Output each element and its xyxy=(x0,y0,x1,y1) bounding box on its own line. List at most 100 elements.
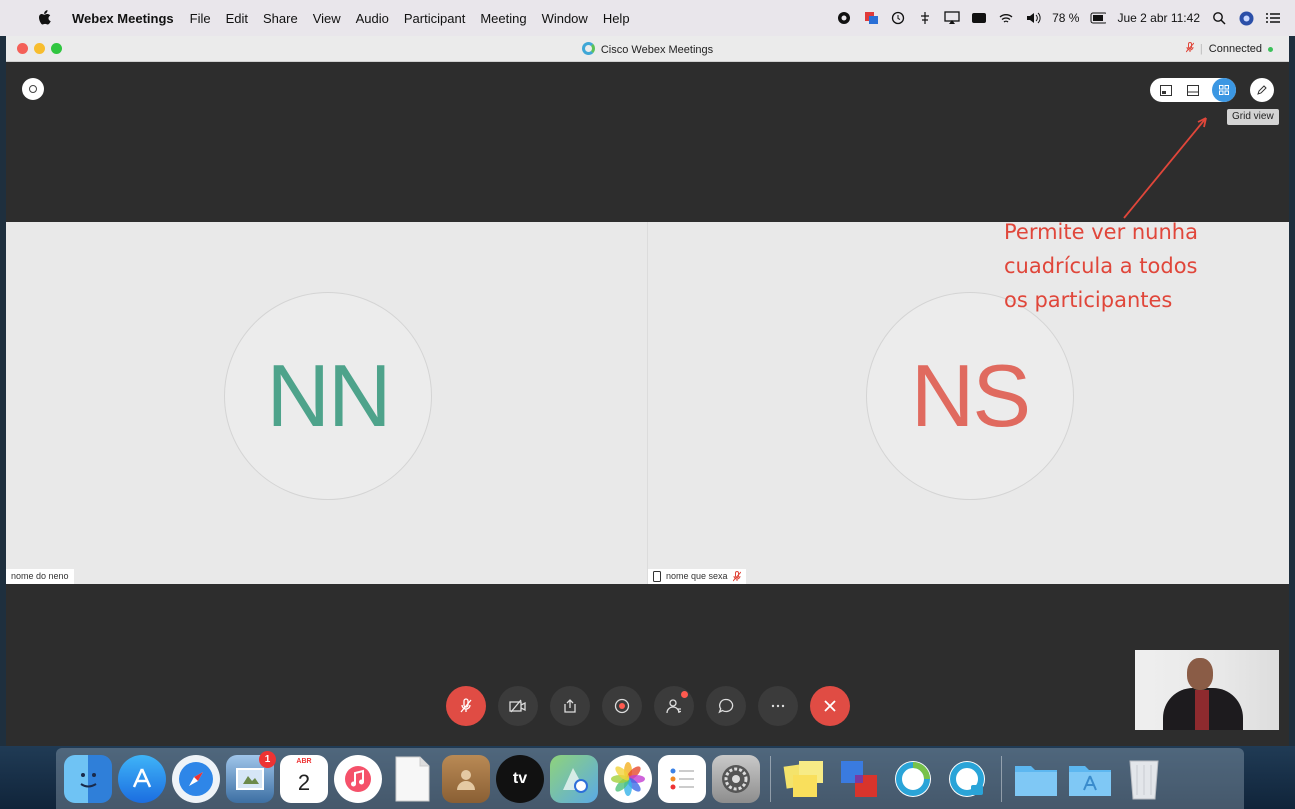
menu-share[interactable]: Share xyxy=(263,11,298,26)
checklist-icon xyxy=(670,768,694,789)
participant-name-label: nome do neno xyxy=(6,569,74,584)
menu-window[interactable]: Window xyxy=(542,11,588,26)
clock[interactable]: Jue 2 abr 11:42 xyxy=(1117,11,1200,25)
self-view-person-head xyxy=(1187,658,1213,690)
mail-stamp-icon xyxy=(236,767,264,790)
menu-participant[interactable]: Participant xyxy=(404,11,465,26)
webex-teams-icon[interactable] xyxy=(943,755,991,803)
menubar-status-area: 78 % Jue 2 abr 11:42 xyxy=(836,0,1281,36)
airplay-icon[interactable] xyxy=(944,10,960,26)
share-icon xyxy=(564,699,576,713)
self-view-video[interactable] xyxy=(1135,650,1279,730)
trash-icon[interactable] xyxy=(1120,755,1168,803)
chat-button[interactable] xyxy=(706,686,746,726)
participant-avatar: NS xyxy=(866,292,1074,500)
more-options-button[interactable] xyxy=(758,686,798,726)
webex-glyph-icon xyxy=(895,760,931,797)
finder-icon[interactable] xyxy=(64,754,112,803)
app-name-menu[interactable]: Webex Meetings xyxy=(72,11,174,26)
time-machine-icon[interactable] xyxy=(890,10,906,26)
contacts-icon[interactable] xyxy=(442,754,490,803)
safari-icon[interactable] xyxy=(172,754,220,803)
battery-icon[interactable] xyxy=(1090,10,1107,26)
calendar-icon[interactable]: ABR 2 xyxy=(280,754,328,803)
meeting-controls xyxy=(446,686,850,726)
filmstrip-view-icon xyxy=(1187,84,1200,96)
reminders-icon[interactable] xyxy=(658,754,706,803)
mail-unread-badge: 1 xyxy=(259,750,276,768)
annotation-arrow xyxy=(1123,117,1207,219)
window-title: Cisco Webex Meetings xyxy=(6,42,1289,56)
leave-meeting-button[interactable] xyxy=(810,686,850,726)
spotlight-search-icon[interactable] xyxy=(1211,10,1227,26)
menu-help[interactable]: Help xyxy=(603,11,630,26)
stickies-icon[interactable] xyxy=(781,755,829,803)
screenshot-icon[interactable] xyxy=(863,10,879,26)
webex-meetings-icon[interactable] xyxy=(889,755,937,803)
notification-center-icon[interactable] xyxy=(1265,10,1281,26)
sticky-notes-icon xyxy=(783,760,823,797)
layout-switcher xyxy=(1150,78,1237,102)
meeting-window: Grid view NN nome do neno NS nome que se… xyxy=(6,62,1289,746)
menu-file[interactable]: File xyxy=(190,11,211,26)
music-icon[interactable] xyxy=(334,754,382,803)
mail-icon[interactable]: 1 xyxy=(226,750,276,803)
annotation-text: Permite ver nunha cuadrícula a todos os … xyxy=(1004,215,1244,317)
calendar-month: ABR xyxy=(296,757,312,765)
record-button[interactable] xyxy=(602,686,642,726)
bluetooth-network-icon[interactable] xyxy=(917,10,933,26)
system-preferences-icon[interactable] xyxy=(712,754,760,803)
annotation-line: Permite ver nunha xyxy=(1004,220,1198,244)
contact-card-icon xyxy=(457,769,475,790)
share-content-button[interactable] xyxy=(550,686,590,726)
volume-icon[interactable] xyxy=(1025,10,1041,26)
record-icon xyxy=(614,698,630,714)
participant-name: nome do neno xyxy=(11,571,69,581)
menu-edit[interactable]: Edit xyxy=(226,11,248,26)
photos-flower-icon xyxy=(611,761,645,796)
menu-meeting[interactable]: Meeting xyxy=(480,11,526,26)
siri-icon[interactable] xyxy=(1238,10,1254,26)
grid-view-button[interactable] xyxy=(1211,78,1237,102)
connection-status: | Connected xyxy=(1185,42,1273,56)
webex-logo-icon xyxy=(581,42,595,55)
menu-audio[interactable]: Audio xyxy=(356,11,389,26)
app-store-glyph-icon xyxy=(132,767,152,788)
photos-icon[interactable] xyxy=(604,754,652,803)
folder-icon[interactable] xyxy=(1012,755,1060,803)
meeting-info-button[interactable] xyxy=(22,78,44,100)
trash-can-icon xyxy=(1129,760,1159,799)
stage-view-icon xyxy=(1160,84,1173,96)
participant-name: nome que sexa xyxy=(666,571,728,581)
mic-muted-icon xyxy=(460,698,472,713)
maps-icon[interactable] xyxy=(550,754,598,803)
document-file-icon[interactable] xyxy=(388,755,436,803)
parallels-icon[interactable] xyxy=(835,755,883,803)
apple-menu-icon[interactable] xyxy=(38,10,56,26)
wifi-icon[interactable] xyxy=(998,10,1014,26)
compass-icon xyxy=(179,761,213,796)
app-store-icon[interactable] xyxy=(118,754,166,803)
gear-icon xyxy=(722,764,750,793)
participant-tile[interactable]: NN nome do neno xyxy=(6,222,647,584)
status-app-icon[interactable] xyxy=(836,10,852,26)
applications-folder-glyph-icon xyxy=(1069,765,1111,796)
video-off-icon xyxy=(509,699,526,713)
calendar-day: 2 xyxy=(297,769,311,795)
start-video-button[interactable] xyxy=(498,686,538,726)
participants-badge-dot xyxy=(681,691,688,698)
participants-button[interactable] xyxy=(654,686,694,726)
apple-tv-icon[interactable]: tv xyxy=(496,754,544,803)
keyboard-icon[interactable] xyxy=(971,10,987,26)
stage-view-button[interactable] xyxy=(1156,79,1177,101)
menu-view[interactable]: View xyxy=(313,11,341,26)
grid-view-tooltip: Grid view xyxy=(1227,109,1279,125)
filmstrip-view-button[interactable] xyxy=(1183,79,1204,101)
map-pin-icon xyxy=(563,767,588,793)
applications-folder-icon[interactable] xyxy=(1066,755,1114,803)
folder-glyph-icon xyxy=(1015,765,1057,796)
annotate-button[interactable] xyxy=(1250,78,1274,102)
menubar: Webex Meetings File Edit Share View Audi… xyxy=(0,0,1295,36)
self-view-person-shirt xyxy=(1195,690,1209,730)
unmute-button[interactable] xyxy=(446,686,486,726)
